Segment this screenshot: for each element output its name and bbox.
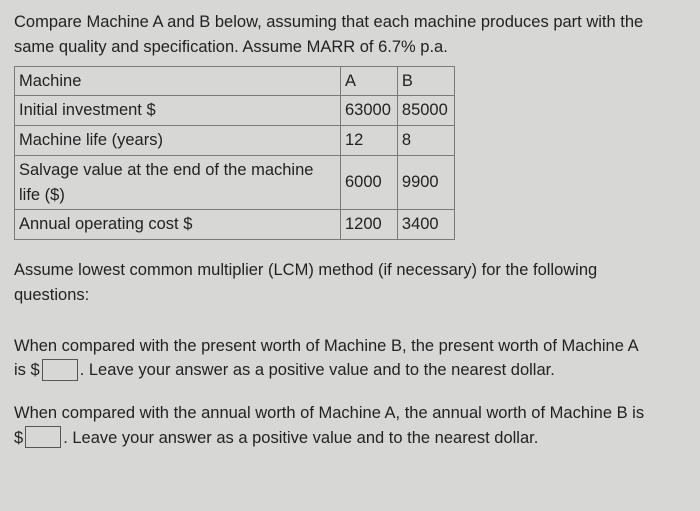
row-a: 12 bbox=[341, 126, 398, 156]
intro-text: Compare Machine A and B below, assuming … bbox=[14, 10, 686, 60]
table-row: Salvage value at the end of the machine … bbox=[15, 155, 455, 210]
assume-text: Assume lowest common multiplier (LCM) me… bbox=[14, 258, 686, 308]
row-a: 63000 bbox=[341, 96, 398, 126]
q2-prefix: $ bbox=[14, 429, 23, 447]
row-b: 8 bbox=[397, 126, 454, 156]
question-2: When compared with the annual worth of M… bbox=[14, 401, 686, 451]
row-label: Initial investment $ bbox=[15, 96, 341, 126]
table-row: Machine A B bbox=[15, 66, 455, 96]
answer-input-2[interactable] bbox=[25, 426, 61, 448]
question-1: When compared with the present worth of … bbox=[14, 334, 686, 384]
q1-suffix: . Leave your answer as a positive value … bbox=[80, 361, 555, 379]
row-label: Machine life (years) bbox=[15, 126, 341, 156]
table-row: Initial investment $ 63000 85000 bbox=[15, 96, 455, 126]
intro-line1: Compare Machine A and B below, assuming … bbox=[14, 13, 643, 31]
row-b: 85000 bbox=[397, 96, 454, 126]
row-b: 9900 bbox=[397, 155, 454, 210]
q1-prefix: is $ bbox=[14, 361, 40, 379]
q2-line1: When compared with the annual worth of M… bbox=[14, 404, 644, 422]
row-a: 6000 bbox=[341, 155, 398, 210]
header-b: B bbox=[397, 66, 454, 96]
assume-line1: Assume lowest common multiplier (LCM) me… bbox=[14, 261, 597, 279]
machine-table: Machine A B Initial investment $ 63000 8… bbox=[14, 66, 455, 241]
row-label: Salvage value at the end of the machine … bbox=[15, 155, 341, 210]
row-label: Annual operating cost $ bbox=[15, 210, 341, 240]
header-label: Machine bbox=[15, 66, 341, 96]
answer-input-1[interactable] bbox=[42, 359, 78, 381]
row-a: 1200 bbox=[341, 210, 398, 240]
row-b: 3400 bbox=[397, 210, 454, 240]
table-row: Annual operating cost $ 1200 3400 bbox=[15, 210, 455, 240]
q2-suffix: . Leave your answer as a positive value … bbox=[63, 429, 538, 447]
q1-line1: When compared with the present worth of … bbox=[14, 337, 639, 355]
header-a: A bbox=[341, 66, 398, 96]
table-row: Machine life (years) 12 8 bbox=[15, 126, 455, 156]
assume-line2: questions: bbox=[14, 286, 89, 304]
intro-line2: same quality and specification. Assume M… bbox=[14, 38, 448, 56]
